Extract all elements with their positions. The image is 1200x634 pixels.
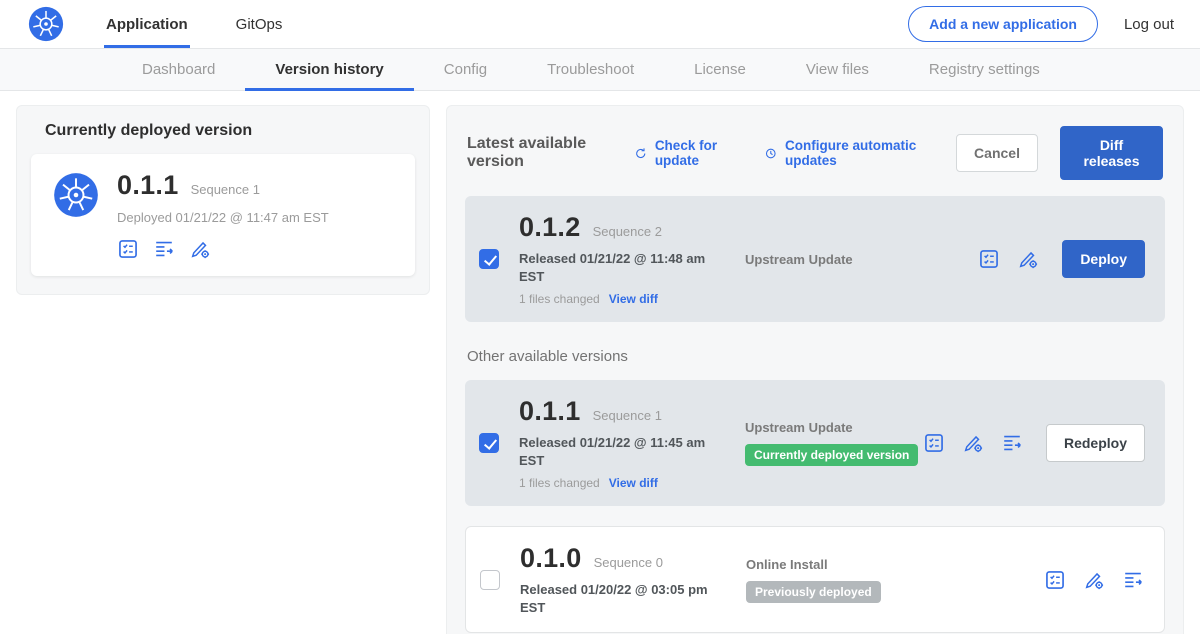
currently-deployed-panel: Currently deployed version 0.1.1 Sequenc… [16,105,430,295]
clock-icon [764,145,778,162]
version-sequence: Sequence 1 [593,408,662,423]
refresh-icon [634,145,648,162]
edit-config-icon[interactable] [1083,569,1105,591]
edit-config-icon[interactable] [1017,248,1039,270]
source-label: Upstream Update [745,420,923,435]
deployed-version-card: 0.1.1 Sequence 1 Deployed 01/21/22 @ 11:… [31,154,415,276]
release-notes-icon[interactable] [923,432,945,454]
view-logs-icon[interactable] [1001,432,1023,454]
release-notes-icon[interactable] [1044,569,1066,591]
latest-version-title: Latest available version [467,135,612,171]
version-source: Upstream Update Currently deployed versi… [741,420,923,466]
currently-deployed-badge: Currently deployed version [745,444,918,466]
version-select-checkbox[interactable] [479,433,499,453]
add-application-button[interactable]: Add a new application [908,6,1098,42]
version-number: 0.1.2 [519,212,581,243]
version-sequence: Sequence 0 [594,555,663,570]
source-label: Online Install [746,557,1044,572]
subnav-tab-config[interactable]: Config [414,49,517,91]
check-for-update-link[interactable]: Check for update [634,138,742,168]
tab-gitops[interactable]: GitOps [234,0,285,48]
release-notes-icon[interactable] [978,248,1000,270]
source-label: Upstream Update [745,252,978,267]
main-content: Currently deployed version 0.1.1 Sequenc… [0,91,1200,634]
previously-deployed-badge: Previously deployed [746,581,881,603]
deployed-version-sequence: Sequence 1 [191,182,260,197]
version-released: Released 01/21/22 @ 11:48 am EST [519,250,727,285]
other-versions-title: Other available versions [467,348,1163,365]
edit-config-icon[interactable] [189,238,211,260]
version-sequence: Sequence 2 [593,224,662,239]
tab-application-label: Application [106,16,188,33]
subnav-tab-registry-settings[interactable]: Registry settings [899,49,1070,91]
version-source: Upstream Update [741,252,978,267]
app-kubernetes-icon [53,172,99,218]
check-for-update-label: Check for update [655,138,743,168]
version-info: 0.1.2 Sequence 2 Released 01/21/22 @ 11:… [519,212,727,306]
redeploy-button[interactable]: Redeploy [1046,424,1145,462]
top-nav-right: Add a new application Log out [908,6,1174,42]
diff-releases-button[interactable]: Diff releases [1060,126,1163,180]
tab-application[interactable]: Application [104,0,190,48]
deploy-button[interactable]: Deploy [1062,240,1145,278]
view-logs-icon[interactable] [1122,569,1144,591]
versions-header: Latest available version Check for updat… [465,120,1165,196]
version-row-0-1-0: 0.1.0 Sequence 0 Released 01/20/22 @ 03:… [465,526,1165,633]
logout-link[interactable]: Log out [1124,16,1174,33]
version-info: 0.1.1 Sequence 1 Released 01/21/22 @ 11:… [519,396,727,490]
version-number: 0.1.1 [519,396,581,427]
version-select-checkbox[interactable] [480,570,500,590]
version-actions: Deploy [978,240,1145,278]
cancel-button[interactable]: Cancel [956,134,1038,172]
app-sub-nav: Dashboard Version history Config Trouble… [0,49,1200,91]
subnav-tab-view-files[interactable]: View files [776,49,899,91]
version-row-0-1-1: 0.1.1 Sequence 1 Released 01/21/22 @ 11:… [465,380,1165,506]
deployed-version-number: 0.1.1 [117,170,179,201]
files-changed-label: 1 files changed [519,292,600,306]
view-logs-icon[interactable] [153,238,175,260]
edit-config-icon[interactable] [962,432,984,454]
version-number: 0.1.0 [520,543,582,574]
deployed-panel-title: Currently deployed version [45,122,415,140]
subnav-tab-version-history[interactable]: Version history [245,49,413,91]
version-released: Released 01/21/22 @ 11:45 am EST [519,434,727,469]
deployed-version-details: 0.1.1 Sequence 1 Deployed 01/21/22 @ 11:… [117,170,329,260]
view-diff-link[interactable]: View diff [609,292,658,306]
configure-automatic-updates-label: Configure automatic updates [785,138,934,168]
version-actions [1044,569,1144,591]
kubernetes-logo-icon [28,6,64,42]
version-released: Released 01/20/22 @ 03:05 pm EST [520,581,728,616]
deployed-timestamp: Deployed 01/21/22 @ 11:47 am EST [117,210,329,225]
tab-gitops-label: GitOps [236,16,283,33]
version-select-checkbox[interactable] [479,249,499,269]
release-notes-icon[interactable] [117,238,139,260]
subnav-tab-license[interactable]: License [664,49,776,91]
subnav-tab-troubleshoot[interactable]: Troubleshoot [517,49,664,91]
view-diff-link[interactable]: View diff [609,476,658,490]
top-nav: Application GitOps Add a new application… [0,0,1200,49]
version-row-0-1-2: 0.1.2 Sequence 2 Released 01/21/22 @ 11:… [465,196,1165,322]
subnav-tab-dashboard[interactable]: Dashboard [112,49,245,91]
version-history-panel: Latest available version Check for updat… [446,105,1184,634]
files-changed-label: 1 files changed [519,476,600,490]
version-actions: Redeploy [923,424,1145,462]
version-source: Online Install Previously deployed [742,557,1044,603]
configure-automatic-updates-link[interactable]: Configure automatic updates [764,138,934,168]
version-info: 0.1.0 Sequence 0 Released 01/20/22 @ 03:… [520,543,728,616]
